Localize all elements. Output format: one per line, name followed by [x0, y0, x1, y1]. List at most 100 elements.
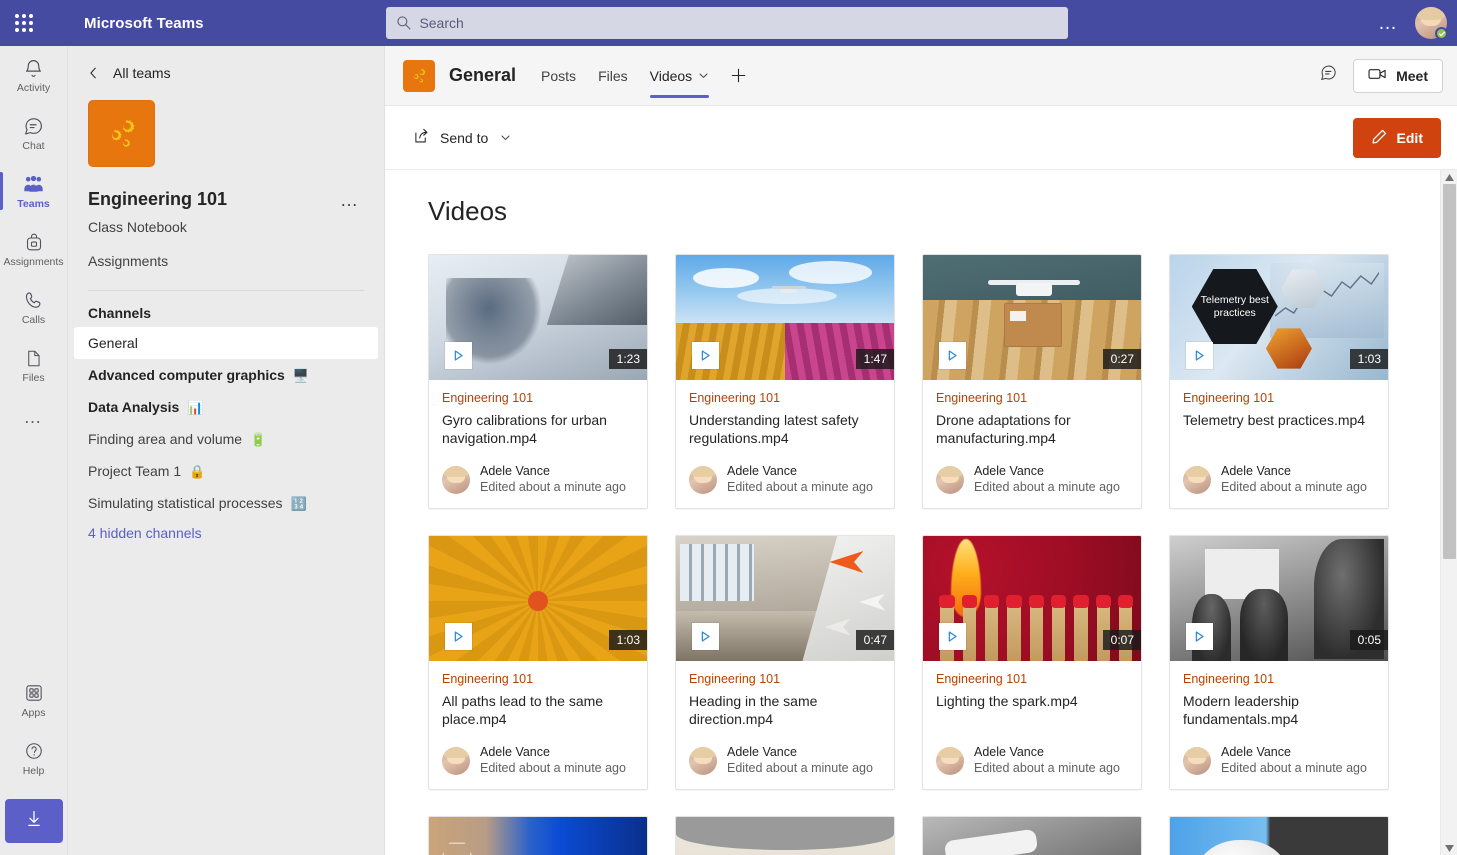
- tab-label: Files: [598, 68, 628, 84]
- channel-tabs: Posts Files Videos: [530, 46, 757, 106]
- video-duration: 0:07: [1103, 630, 1141, 650]
- video-thumbnail[interactable]: [676, 817, 894, 855]
- video-thumbnail[interactable]: [1170, 817, 1388, 855]
- video-card[interactable]: [675, 816, 895, 855]
- video-card[interactable]: [1169, 816, 1389, 855]
- sidebar-channel-advanced-computer-graphics[interactable]: Advanced computer graphics 🖥️: [74, 359, 378, 391]
- tab-posts[interactable]: Posts: [530, 46, 587, 106]
- video-thumbnail[interactable]: 0:07: [923, 536, 1141, 661]
- video-thumbnail[interactable]: 1:23: [429, 255, 647, 380]
- video-author-name: Adele Vance: [1221, 464, 1367, 479]
- team-avatar-large[interactable]: [88, 100, 155, 167]
- video-card[interactable]: 0:47 Engineering 101 Heading in the same…: [675, 535, 895, 790]
- video-card-body: Engineering 101 Lighting the spark.mp4 A…: [923, 661, 1141, 789]
- play-icon[interactable]: [939, 623, 966, 650]
- all-teams-back-button[interactable]: All teams: [68, 46, 384, 100]
- video-camera-icon: [1368, 67, 1387, 84]
- video-thumbnail[interactable]: 0:47: [676, 536, 894, 661]
- app-body: Activity Chat: [0, 46, 1457, 855]
- sidebar-item-class-notebook[interactable]: Class Notebook: [68, 210, 384, 244]
- search-box[interactable]: [386, 7, 1068, 39]
- send-to-button[interactable]: Send to: [403, 121, 521, 154]
- scrollbar-track[interactable]: [1441, 184, 1457, 841]
- scrollbar-thumb[interactable]: [1443, 184, 1456, 559]
- chevron-down-icon[interactable]: [698, 70, 709, 81]
- sidebar-channel-general[interactable]: General: [74, 327, 378, 359]
- sidebar-channel-project-team-1[interactable]: Project Team 1 🔒: [74, 455, 378, 487]
- bar-chart-icon: 📊: [187, 401, 203, 414]
- rail-item-files[interactable]: Files: [0, 336, 68, 394]
- rail-item-calls[interactable]: Calls: [0, 278, 68, 336]
- hidden-channels-link[interactable]: 4 hidden channels: [68, 519, 384, 547]
- tab-videos[interactable]: Videos: [639, 46, 721, 106]
- sidebar-item-assignments[interactable]: Assignments: [68, 244, 384, 278]
- search-input[interactable]: [419, 15, 1058, 31]
- play-icon[interactable]: [1186, 342, 1213, 369]
- video-team-link[interactable]: Engineering 101: [442, 672, 634, 686]
- app-launcher-icon[interactable]: [0, 0, 48, 46]
- play-icon[interactable]: [445, 623, 472, 650]
- video-card[interactable]: 0:05 Engineering 101 Modern leadership f…: [1169, 535, 1389, 790]
- channel-conversation-button[interactable]: [1311, 59, 1345, 93]
- add-tab-button[interactable]: [720, 46, 757, 106]
- sidebar-channel-data-analysis[interactable]: Data Analysis 📊: [74, 391, 378, 423]
- video-thumbnail[interactable]: 1:47: [676, 255, 894, 380]
- rail-item-chat[interactable]: Chat: [0, 104, 68, 162]
- scroll-up-arrow-icon[interactable]: [1445, 170, 1454, 184]
- tab-files[interactable]: Files: [587, 46, 639, 106]
- video-edited-time: Edited about a minute ago: [1221, 760, 1367, 776]
- top-bar: Microsoft Teams …: [0, 0, 1457, 46]
- chat-icon: [23, 114, 44, 138]
- video-card[interactable]: [428, 816, 648, 855]
- rail-item-activity[interactable]: Activity: [0, 46, 68, 104]
- video-team-link[interactable]: Engineering 101: [1183, 672, 1375, 686]
- video-card[interactable]: 1:03 Engineering 101 All paths lead to t…: [428, 535, 648, 790]
- channel-label: Data Analysis: [88, 396, 179, 418]
- rail-item-teams[interactable]: Teams: [0, 162, 68, 220]
- video-team-link[interactable]: Engineering 101: [936, 391, 1128, 405]
- user-avatar[interactable]: [1415, 7, 1447, 39]
- video-thumbnail[interactable]: [923, 817, 1141, 855]
- video-team-link[interactable]: Engineering 101: [689, 391, 881, 405]
- video-thumbnail[interactable]: 1:03: [429, 536, 647, 661]
- search-bar[interactable]: [386, 7, 1068, 39]
- video-team-link[interactable]: Engineering 101: [689, 672, 881, 686]
- play-icon[interactable]: [692, 623, 719, 650]
- video-card[interactable]: 1:23 Engineering 101 Gyro calibrations f…: [428, 254, 648, 509]
- rail-item-apps[interactable]: Apps: [0, 671, 68, 729]
- download-app-button[interactable]: [5, 799, 63, 843]
- video-team-link[interactable]: Engineering 101: [1183, 391, 1375, 405]
- play-icon[interactable]: [939, 342, 966, 369]
- video-title: Heading in the same direction.mp4: [689, 692, 881, 728]
- video-card[interactable]: [922, 816, 1142, 855]
- edit-label: Edit: [1397, 130, 1423, 146]
- team-more-options-icon[interactable]: …: [340, 191, 360, 209]
- scroll-down-arrow-icon[interactable]: [1445, 841, 1454, 855]
- channel-label: Advanced computer graphics: [88, 364, 285, 386]
- video-card[interactable]: Telemetry best practices 1:03: [1169, 254, 1389, 509]
- vertical-scrollbar[interactable]: [1440, 170, 1457, 855]
- video-card[interactable]: 1:47 Engineering 101 Understanding lates…: [675, 254, 895, 509]
- video-card[interactable]: 0:27 Engineering 101 Drone adaptations f…: [922, 254, 1142, 509]
- app-title: Microsoft Teams: [84, 15, 204, 32]
- video-thumbnail[interactable]: Telemetry best practices 1:03: [1170, 255, 1388, 380]
- sidebar-channel-simulating-statistical-processes[interactable]: Simulating statistical processes 🔢: [74, 487, 378, 519]
- rail-item-help[interactable]: Help: [0, 729, 68, 787]
- team-avatar-small: [403, 60, 435, 92]
- video-thumbnail[interactable]: [429, 817, 647, 855]
- video-thumbnail[interactable]: 0:27: [923, 255, 1141, 380]
- edit-button[interactable]: Edit: [1353, 118, 1441, 158]
- video-thumbnail[interactable]: 0:05: [1170, 536, 1388, 661]
- rail-more-icon[interactable]: …: [0, 394, 68, 440]
- video-team-link[interactable]: Engineering 101: [936, 672, 1128, 686]
- play-icon[interactable]: [692, 342, 719, 369]
- rail-item-assignments[interactable]: Assignments: [0, 220, 68, 278]
- play-icon[interactable]: [1186, 623, 1213, 650]
- topbar-more-icon[interactable]: …: [1372, 14, 1405, 33]
- video-card[interactable]: 0:07 Engineering 101 Lighting the spark.…: [922, 535, 1142, 790]
- meet-button[interactable]: Meet: [1353, 59, 1443, 93]
- sidebar-channel-finding-area-and-volume[interactable]: Finding area and volume 🔋: [74, 423, 378, 455]
- video-team-link[interactable]: Engineering 101: [442, 391, 634, 405]
- play-icon[interactable]: [445, 342, 472, 369]
- scroll-region: Videos 1:23 En: [385, 170, 1457, 855]
